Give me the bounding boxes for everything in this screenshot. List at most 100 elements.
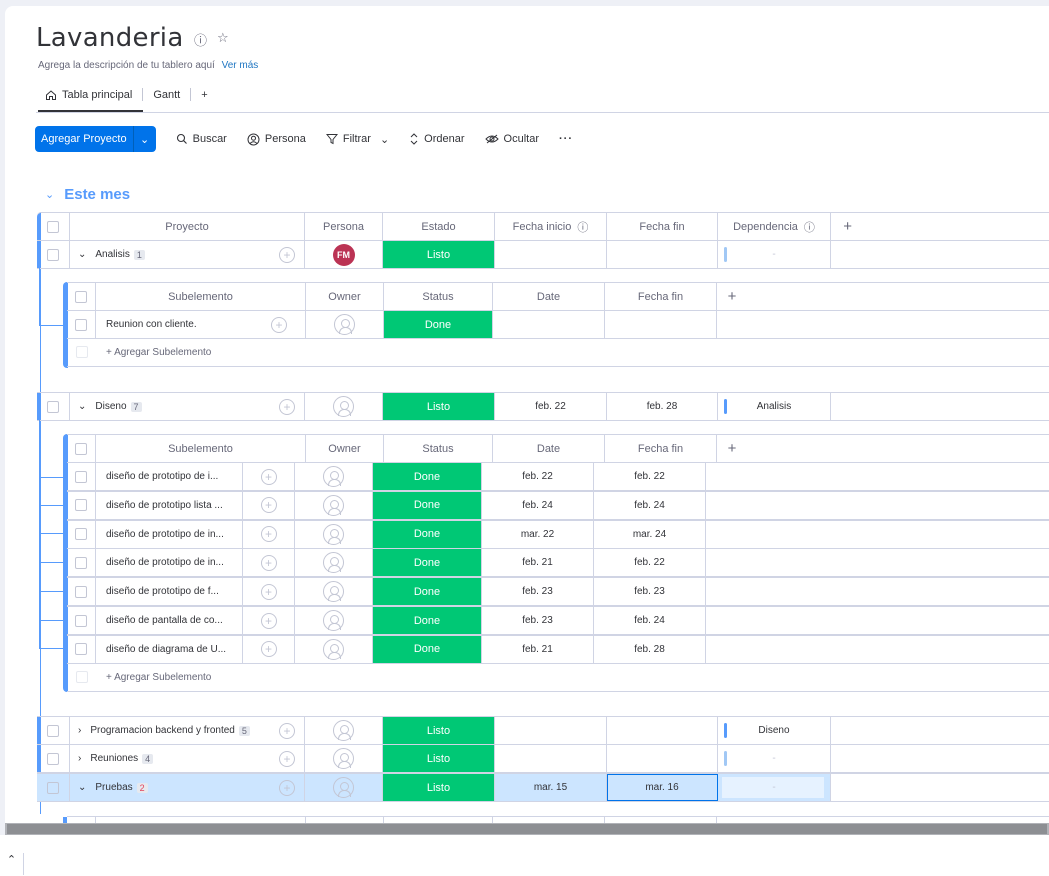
- subitem-row[interactable]: Reunion con cliente. + Done: [67, 310, 1049, 339]
- row-checkbox[interactable]: [75, 556, 87, 569]
- add-subitem-row[interactable]: + Agregar Subelemento: [67, 338, 1049, 367]
- date-cell[interactable]: feb. 24: [482, 491, 594, 519]
- subitem-name[interactable]: diseño de pantalla de co...: [106, 615, 223, 626]
- add-update-icon[interactable]: +: [279, 779, 295, 796]
- add-update-icon[interactable]: +: [260, 641, 277, 658]
- add-project-button[interactable]: Agregar Proyecto ⌄: [35, 126, 156, 152]
- chevron-down-icon[interactable]: ⌄: [78, 249, 86, 260]
- filter-button[interactable]: Filtrar ⌄: [325, 133, 389, 146]
- item-name-cell[interactable]: › Programacion backend y fronted 5 +: [70, 717, 305, 744]
- hide-button[interactable]: Ocultar: [484, 133, 539, 145]
- row-checkbox[interactable]: [75, 318, 87, 331]
- dependency-cell[interactable]: Diseno: [718, 717, 831, 744]
- dependency-cell[interactable]: -: [718, 241, 831, 268]
- subitem-row[interactable]: diseño de prototipo de f... + Done feb. 23 f…: [67, 577, 1049, 607]
- owner-cell[interactable]: [295, 520, 373, 548]
- add-update-icon[interactable]: +: [279, 246, 295, 263]
- col-header-project[interactable]: Proyecto: [70, 213, 305, 240]
- subitem-row[interactable]: diseño de prototipo de in... + Done mar. 22…: [67, 519, 1049, 549]
- row-checkbox[interactable]: [75, 499, 87, 512]
- item-name-cell[interactable]: ⌄ Analisis 1 +: [70, 241, 305, 268]
- subitem-row[interactable]: diseño de diagrama de U... + Done feb. 21 fe…: [67, 634, 1049, 664]
- status-cell[interactable]: Listo: [383, 745, 495, 772]
- add-update-icon[interactable]: +: [260, 468, 277, 485]
- subitem-name[interactable]: diseño de diagrama de U...: [106, 644, 226, 655]
- col-header-dependency[interactable]: Dependencia ⓘ +: [718, 213, 852, 240]
- sort-button[interactable]: Ordenar: [409, 133, 465, 145]
- row-checkbox[interactable]: [75, 585, 87, 598]
- status-cell[interactable]: Listo: [383, 774, 495, 801]
- row-checkbox[interactable]: [75, 643, 87, 656]
- person-icon[interactable]: [333, 748, 354, 769]
- status-cell[interactable]: Listo: [383, 393, 495, 420]
- start-date-cell[interactable]: feb. 22: [495, 393, 607, 420]
- col-header-subitem[interactable]: Subelemento: [96, 283, 306, 310]
- table-row[interactable]: › Programacion backend y fronted 5 + List…: [37, 716, 1049, 745]
- owner-cell[interactable]: [306, 311, 384, 338]
- row-checkbox[interactable]: [75, 614, 87, 627]
- subitem-name-cell[interactable]: diseño de diagrama de U...: [96, 635, 243, 663]
- dependency-cell[interactable]: -: [718, 745, 831, 772]
- subitem-row[interactable]: diseño de prototipo lista ... + Done feb. 2…: [67, 490, 1049, 520]
- subitem-name-cell[interactable]: Reunion con cliente. +: [96, 311, 306, 338]
- status-cell[interactable]: Done: [373, 463, 482, 490]
- subitem-name-cell[interactable]: diseño de prototipo de in...: [96, 549, 243, 577]
- add-subitem-row[interactable]: + Agregar Subelemento: [67, 663, 1049, 692]
- col-header-person[interactable]: Persona: [305, 213, 383, 240]
- col-header-date[interactable]: Date: [493, 435, 605, 462]
- chevron-up-icon[interactable]: ⌃: [0, 853, 24, 875]
- add-update-cell[interactable]: +: [243, 463, 295, 490]
- date-cell[interactable]: feb. 23: [482, 607, 594, 634]
- person-icon[interactable]: [323, 494, 344, 516]
- add-project-label[interactable]: Agregar Proyecto: [35, 126, 134, 152]
- owner-cell[interactable]: [295, 549, 373, 577]
- col-header-status[interactable]: Estado: [383, 213, 495, 240]
- row-checkbox[interactable]: [75, 470, 87, 483]
- person-icon[interactable]: [323, 581, 344, 603]
- add-update-cell[interactable]: +: [243, 520, 295, 548]
- person-icon[interactable]: [323, 523, 344, 545]
- col-header-start-date[interactable]: Fecha inicio ⓘ: [495, 213, 607, 240]
- add-column-button[interactable]: +: [843, 218, 852, 235]
- status-cell[interactable]: Listo: [383, 241, 495, 268]
- end-date-cell[interactable]: mar. 16: [607, 774, 718, 801]
- start-date-cell[interactable]: mar. 15: [495, 774, 607, 801]
- col-header-status[interactable]: Status: [384, 435, 493, 462]
- row-checkbox[interactable]: [47, 752, 59, 765]
- subitem-name[interactable]: diseño de prototipo de i...: [106, 471, 218, 482]
- subitem-name[interactable]: diseño de prototipo de in...: [106, 557, 224, 568]
- table-row[interactable]: › Reuniones 4 + Listo -: [37, 744, 1049, 773]
- chevron-right-icon[interactable]: ›: [78, 725, 81, 736]
- board-description[interactable]: Agrega la descripción de tu tablero aquí…: [38, 60, 258, 71]
- row-checkbox[interactable]: [47, 781, 59, 794]
- select-all-checkbox[interactable]: [75, 442, 87, 455]
- info-icon[interactable]: ⓘ: [194, 30, 207, 49]
- end-date-cell[interactable]: feb. 28: [607, 393, 718, 420]
- subitem-name-cell[interactable]: diseño de prototipo de f...: [96, 578, 243, 606]
- add-view-button[interactable]: +: [197, 89, 211, 101]
- row-checkbox[interactable]: [47, 400, 59, 413]
- add-update-icon[interactable]: +: [279, 398, 295, 415]
- chevron-down-icon[interactable]: ⌄: [78, 782, 86, 793]
- status-cell[interactable]: Done: [373, 635, 482, 663]
- person-cell[interactable]: FM: [305, 241, 383, 268]
- person-icon[interactable]: [323, 610, 344, 631]
- table-row[interactable]: ⌄ Analisis 1 + FM Listo -: [37, 240, 1049, 269]
- info-icon[interactable]: ⓘ: [804, 219, 815, 235]
- person-cell[interactable]: [305, 393, 383, 420]
- date-cell[interactable]: mar. 22: [482, 520, 594, 548]
- item-name-cell[interactable]: ⌄ Diseno 7 +: [70, 393, 305, 420]
- add-update-icon[interactable]: +: [260, 526, 277, 543]
- select-all-checkbox[interactable]: [47, 220, 59, 233]
- tab-main-table[interactable]: Tabla principal: [41, 89, 136, 101]
- search-button[interactable]: Buscar: [176, 133, 227, 145]
- status-cell[interactable]: Listo: [383, 717, 495, 744]
- start-date-cell[interactable]: [495, 717, 607, 744]
- col-header-status[interactable]: Status: [384, 283, 493, 310]
- col-header-date[interactable]: Date: [493, 283, 605, 310]
- subitem-name[interactable]: diseño de prototipo lista ...: [106, 500, 223, 511]
- add-subitem-button[interactable]: + Agregar Subelemento: [96, 663, 396, 691]
- date-cell[interactable]: [493, 311, 605, 338]
- add-update-icon[interactable]: +: [260, 554, 277, 571]
- col-header-end-date[interactable]: Fecha fin: [607, 213, 718, 240]
